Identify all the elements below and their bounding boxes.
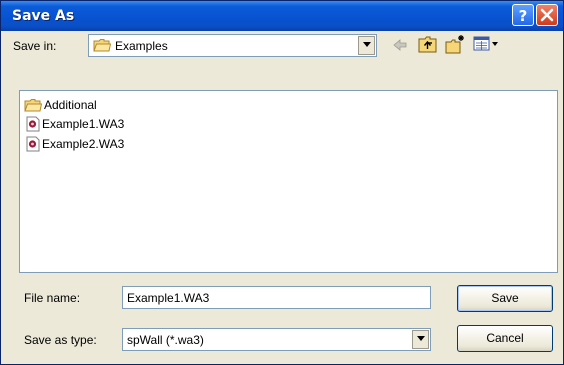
file-name-label: Additional xyxy=(44,98,97,112)
close-icon xyxy=(540,8,554,22)
file-name-label: File name: xyxy=(24,291,81,305)
file-name-field[interactable]: Example1.WA3 xyxy=(122,286,431,309)
back-arrow-icon[interactable] xyxy=(392,38,408,52)
save-in-value: Examples xyxy=(115,39,168,53)
save-in-label: Save in: xyxy=(13,39,57,53)
file-name-label: Example2.WA3 xyxy=(42,137,125,151)
help-button[interactable]: ? xyxy=(512,4,534,26)
file-item-example1[interactable]: Example1.WA3 xyxy=(26,115,124,133)
file-item-additional[interactable]: Additional xyxy=(24,96,97,114)
title-bar[interactable]: Save As ? xyxy=(1,1,563,31)
file-name-value: Example1.WA3 xyxy=(127,291,210,305)
wa3-file-icon xyxy=(26,116,40,132)
chevron-down-icon xyxy=(363,42,371,47)
view-menu-icon[interactable] xyxy=(473,36,499,52)
save-as-type-value: spWall (*.wa3) xyxy=(127,333,204,347)
save-as-type-dropdown[interactable]: spWall (*.wa3) xyxy=(122,328,431,351)
save-as-type-dropdown-arrow[interactable] xyxy=(412,330,429,349)
file-name-label: Example1.WA3 xyxy=(42,117,125,131)
up-one-level-icon[interactable] xyxy=(418,35,438,54)
svg-text:?: ? xyxy=(519,7,528,23)
folder-icon xyxy=(93,39,111,52)
window-title: Save As xyxy=(12,8,75,24)
folder-icon xyxy=(24,98,42,111)
save-in-dropdown-arrow[interactable] xyxy=(358,36,375,55)
file-item-example2[interactable]: Example2.WA3 xyxy=(26,135,124,153)
save-as-dialog: Save As ? Save in: Examples Additional E… xyxy=(0,0,564,365)
save-in-dropdown[interactable]: Examples xyxy=(88,34,377,57)
help-icon: ? xyxy=(519,7,528,23)
create-new-folder-icon[interactable] xyxy=(445,34,467,54)
save-button[interactable]: Save xyxy=(457,285,553,312)
close-button[interactable] xyxy=(536,4,558,26)
wa3-file-icon xyxy=(26,136,40,152)
file-list[interactable]: Additional Example1.WA3 Example2.WA3 xyxy=(19,90,558,273)
save-as-type-label: Save as type: xyxy=(24,333,97,347)
chevron-down-icon xyxy=(417,336,425,341)
cancel-button[interactable]: Cancel xyxy=(457,325,553,352)
